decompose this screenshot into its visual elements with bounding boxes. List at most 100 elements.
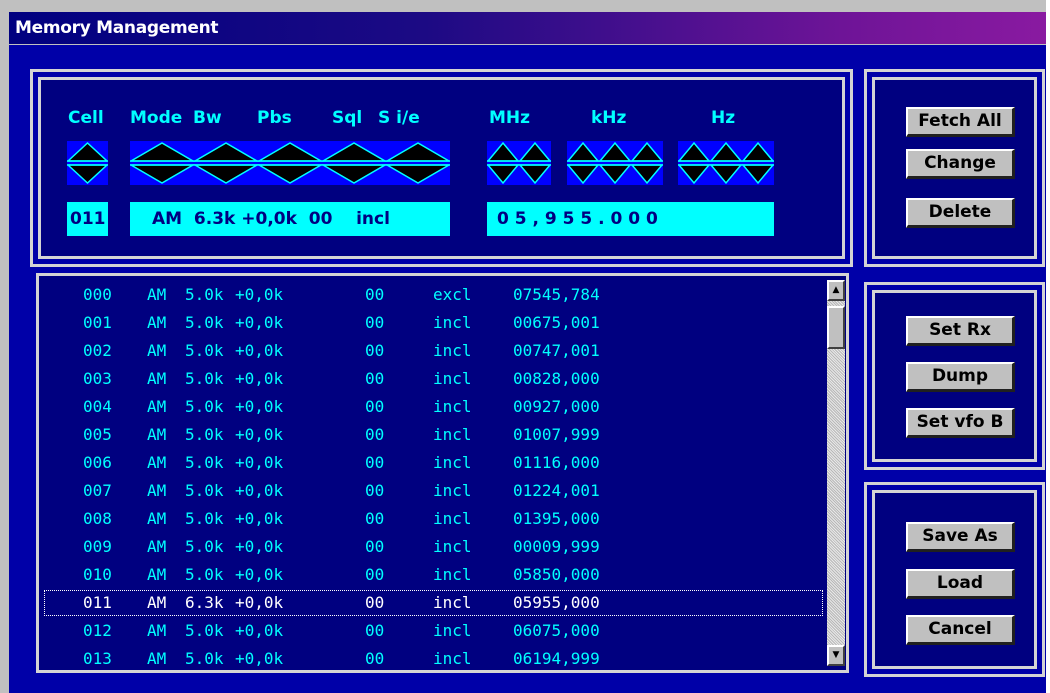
list-item-freq: 00828,000 xyxy=(513,369,600,388)
spinner-group-mhz[interactable] xyxy=(487,141,551,185)
list-item[interactable]: 002 AM 5.0k +0,0k 00 incl 00747,001 xyxy=(43,337,824,365)
dump-button[interactable]: Dump xyxy=(906,362,1015,392)
load-button[interactable]: Load xyxy=(906,569,1015,599)
list-item-pbs: +0,0k xyxy=(235,593,284,612)
list-item-cell: 008 xyxy=(83,509,112,528)
list-item-mode: AM xyxy=(147,649,167,666)
list-item-freq: 01007,999 xyxy=(513,425,600,444)
list-item-sie: incl xyxy=(433,397,472,416)
cell-value[interactable]: 011 xyxy=(67,202,108,236)
list-item-bw: 5.0k xyxy=(185,425,224,444)
list-item-sie: incl xyxy=(433,509,472,528)
list-item-bw: 5.0k xyxy=(185,537,224,556)
spinner-group-cell[interactable] xyxy=(67,141,108,185)
save-as-button[interactable]: Save As xyxy=(906,522,1015,552)
vertical-scrollbar[interactable]: ▲ ▼ xyxy=(827,280,845,666)
list-item-mode: AM xyxy=(147,313,167,332)
list-item[interactable]: 001 AM 5.0k +0,0k 00 incl 00675,001 xyxy=(43,309,824,337)
list-item[interactable]: 004 AM 5.0k +0,0k 00 incl 00927,000 xyxy=(43,393,824,421)
list-item-mode: AM xyxy=(147,621,167,640)
delete-button[interactable]: Delete xyxy=(906,198,1015,228)
list-item[interactable]: 007 AM 5.0k +0,0k 00 incl 01224,001 xyxy=(43,477,824,505)
file-panel-inner: Save As Load Cancel xyxy=(872,490,1037,669)
up-down-spinner-icon xyxy=(487,141,551,185)
set-vfo-b-button[interactable]: Set vfo B xyxy=(906,408,1015,438)
list-item-pbs: +0,0k xyxy=(235,285,284,304)
list-item-pbs: +0,0k xyxy=(235,565,284,584)
list-item-cell: 012 xyxy=(83,621,112,640)
list-item[interactable]: 013 AM 5.0k +0,0k 00 incl 06194,999 xyxy=(43,645,824,666)
up-down-spinner-icon xyxy=(567,141,663,185)
list-item-bw: 5.0k xyxy=(185,285,224,304)
fetch-panel: Fetch All Change Delete xyxy=(864,69,1045,267)
list-item-pbs: +0,0k xyxy=(235,369,284,388)
header-cell: Cell xyxy=(68,108,104,128)
title-bar[interactable]: Memory Management xyxy=(9,12,1050,44)
memory-list[interactable]: 000 AM 5.0k +0,0k 00 excl 07545,784 001 AM 5.0k +0… xyxy=(43,280,826,666)
header-mhz: MHz xyxy=(489,108,531,128)
memory-list-panel: 000 AM 5.0k +0,0k 00 excl 07545,784 001 AM 5.0k +0… xyxy=(36,273,849,673)
receiver-panel: Set Rx Dump Set vfo B xyxy=(864,282,1045,470)
list-item-freq: 00927,000 xyxy=(513,397,600,416)
list-item-pbs: +0,0k xyxy=(235,537,284,556)
list-item-bw: 5.0k xyxy=(185,621,224,640)
list-item-pbs: +0,0k xyxy=(235,453,284,472)
list-item-freq: 01116,000 xyxy=(513,453,600,472)
cancel-button[interactable]: Cancel xyxy=(906,615,1015,645)
list-item[interactable]: 009 AM 5.0k +0,0k 00 incl 00009,999 xyxy=(43,533,824,561)
file-panel: Save As Load Cancel xyxy=(864,482,1045,677)
list-item-freq: 05850,000 xyxy=(513,565,600,584)
list-item-bw: 5.0k xyxy=(185,649,224,666)
list-item-bw: 5.0k xyxy=(185,453,224,472)
list-item-sie: incl xyxy=(433,649,472,666)
list-item-sql: 00 xyxy=(365,453,385,472)
list-item-sql: 00 xyxy=(365,509,385,528)
list-item[interactable]: 008 AM 5.0k +0,0k 00 incl 01395,000 xyxy=(43,505,824,533)
header-sie: S i/e xyxy=(378,108,420,128)
header-hz: Hz xyxy=(711,108,736,128)
list-item-cell: 003 xyxy=(83,369,112,388)
header-sql: Sql xyxy=(332,108,363,128)
list-item-mode: AM xyxy=(147,593,167,612)
list-item-cell: 004 xyxy=(83,397,112,416)
scroll-up-arrow-icon[interactable]: ▲ xyxy=(827,280,845,301)
list-item-sie: incl xyxy=(433,565,472,584)
scroll-down-arrow-icon[interactable]: ▼ xyxy=(827,645,845,666)
list-item-sql: 00 xyxy=(365,285,385,304)
list-item-freq: 00747,001 xyxy=(513,341,600,360)
receiver-panel-inner: Set Rx Dump Set vfo B xyxy=(872,290,1037,462)
list-item-freq: 00009,999 xyxy=(513,537,600,556)
set-rx-button[interactable]: Set Rx xyxy=(906,316,1015,346)
list-item-cell: 006 xyxy=(83,453,112,472)
change-button[interactable]: Change xyxy=(906,149,1015,179)
list-item-bw: 5.0k xyxy=(185,341,224,360)
spinner-group-khz[interactable] xyxy=(567,141,663,185)
list-item[interactable]: 005 AM 5.0k +0,0k 00 incl 01007,999 xyxy=(43,421,824,449)
list-item-sql: 00 xyxy=(365,397,385,416)
list-item[interactable]: 012 AM 5.0k +0,0k 00 incl 06075,000 xyxy=(43,617,824,645)
header-khz: kHz xyxy=(591,108,627,128)
list-item[interactable]: 000 AM 5.0k +0,0k 00 excl 07545,784 xyxy=(43,281,824,309)
list-item-sie: incl xyxy=(433,425,472,444)
list-item-pbs: +0,0k xyxy=(235,621,284,640)
list-item-sie: incl xyxy=(433,621,472,640)
list-item-cell: 013 xyxy=(83,649,112,666)
list-item[interactable]: 011 AM 6.3k +0,0k 00 incl 05955,000 xyxy=(43,589,824,617)
up-down-spinner-icon xyxy=(67,141,108,185)
list-item[interactable]: 006 AM 5.0k +0,0k 00 incl 01116,000 xyxy=(43,449,824,477)
list-item-freq: 00675,001 xyxy=(513,313,600,332)
list-item-pbs: +0,0k xyxy=(235,341,284,360)
scroll-thumb[interactable] xyxy=(827,306,845,349)
memory-management-window: Memory Management Cell Mode Bw Pbs Sql S… xyxy=(0,0,1050,693)
list-item-cell: 001 xyxy=(83,313,112,332)
spinner-group-hz[interactable] xyxy=(678,141,774,185)
frequency-value[interactable]: 0 5 , 9 5 5 . 0 0 0 xyxy=(487,202,774,236)
list-item-sie: incl xyxy=(433,453,472,472)
list-item[interactable]: 003 AM 5.0k +0,0k 00 incl 00828,000 xyxy=(43,365,824,393)
fetch-all-button[interactable]: Fetch All xyxy=(906,107,1015,137)
list-item-sie: incl xyxy=(433,593,472,612)
list-item-pbs: +0,0k xyxy=(235,509,284,528)
spinner-group-mode-sie[interactable] xyxy=(130,141,450,185)
list-item[interactable]: 010 AM 5.0k +0,0k 00 incl 05850,000 xyxy=(43,561,824,589)
mode-settings-value[interactable]: AM 6.3k +0,0k 00 incl xyxy=(130,202,450,236)
